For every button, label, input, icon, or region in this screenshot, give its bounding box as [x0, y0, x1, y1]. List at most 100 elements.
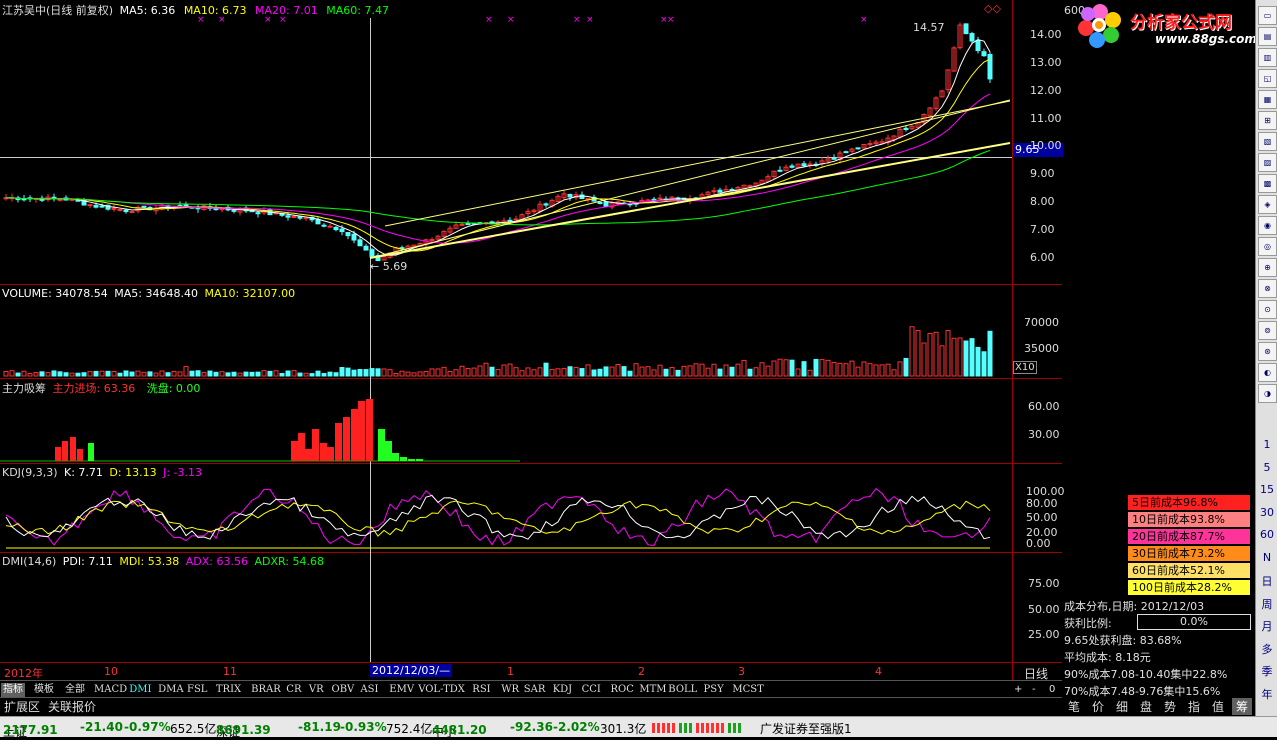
volume-bar [81, 372, 87, 377]
toolbar-icon[interactable]: ◐ [1258, 363, 1277, 382]
toolbar-icon[interactable]: ◉ [1258, 216, 1277, 235]
toolbar-icon[interactable]: ◎ [1258, 237, 1277, 256]
candle-body [777, 169, 783, 172]
indicator-tab[interactable]: CR [286, 683, 301, 697]
right-panel-tab[interactable]: 细 [1112, 698, 1132, 715]
volume-bar [123, 370, 129, 377]
indicator-tab[interactable]: RSI [472, 683, 490, 697]
indicator-tab[interactable]: DMA [158, 683, 183, 697]
zoom-reset-button[interactable]: 0 [1047, 683, 1057, 697]
toolbar-icon[interactable]: ▧ [1258, 132, 1277, 151]
period-button[interactable]: 多 [1258, 641, 1276, 657]
indicator-tab[interactable]: OBV [332, 683, 355, 697]
right-panel-tab[interactable]: 势 [1160, 698, 1180, 715]
right-panel-tab[interactable]: 笔 [1064, 698, 1084, 715]
indicator-tab[interactable]: EMV [389, 683, 414, 697]
toolbar-icon[interactable]: ⊞ [1258, 111, 1277, 130]
right-panel-tab[interactable]: 指 [1184, 698, 1204, 715]
zljc-bar [416, 459, 423, 461]
indicator-tab[interactable]: PSY [704, 683, 724, 697]
volume-bar [981, 351, 987, 377]
candle-body [321, 224, 327, 227]
volume-ma5: MA5: 34648.40 [114, 287, 198, 300]
toolbar-icon[interactable]: ▥ [1258, 48, 1277, 67]
volume-bar [621, 366, 627, 377]
signal-marker: × [860, 15, 868, 25]
indicator-tab[interactable]: MCST [732, 683, 763, 697]
indicator-tab[interactable]: WR [501, 683, 519, 697]
indicator-tab[interactable]: MTM [639, 683, 666, 697]
toolbar-icon[interactable]: ◑ [1258, 384, 1277, 403]
indicator-tab[interactable]: ASI [360, 683, 378, 697]
tab-templates[interactable]: 模板 [32, 683, 56, 697]
indicator-tab[interactable]: BOLL [668, 683, 697, 697]
tab-indicators[interactable]: 指标 [1, 683, 25, 697]
volume-bar [117, 372, 123, 377]
toolbar-icon[interactable]: ▭ [1258, 6, 1277, 25]
candle-body [603, 201, 609, 207]
indicator-tab[interactable]: VOL-TDX [418, 683, 465, 697]
volume-bar [357, 369, 363, 377]
period-button[interactable]: N [1258, 551, 1276, 564]
toolbar-icon[interactable]: ⊚ [1258, 321, 1277, 340]
zljc-name: 主力吸筹 [2, 382, 46, 395]
dmi-label: DMI(14,6) [2, 555, 57, 568]
tab-extension-area[interactable]: 扩展区 [4, 700, 40, 714]
indicator-tab[interactable]: SAR [524, 683, 546, 697]
volume-bar [903, 357, 909, 377]
indicator-tab[interactable]: CCI [582, 683, 601, 697]
period-button[interactable]: 日 [1258, 573, 1276, 589]
toolbar-icon[interactable]: ⊗ [1258, 279, 1277, 298]
indicator-tab[interactable]: ROC [611, 683, 634, 697]
toolbar-icon[interactable]: ▨ [1258, 153, 1277, 172]
indicator-tab[interactable]: DMI [129, 683, 151, 697]
toolbar-icon[interactable]: ◈ [1258, 195, 1277, 214]
zoom-out-button[interactable]: - [1030, 683, 1038, 697]
period-button[interactable]: 1 [1258, 438, 1276, 451]
candle-body [459, 223, 465, 226]
tab-related-quotes[interactable]: 关联报价 [48, 700, 96, 714]
indicator-tab[interactable]: TRIX [216, 683, 241, 697]
period-button[interactable]: 15 [1258, 483, 1276, 496]
toolbar-icon[interactable]: ▤ [1258, 27, 1277, 46]
volume-bar [285, 370, 291, 377]
candle-body [357, 239, 363, 247]
toolbar-icon[interactable]: ⊕ [1258, 258, 1277, 277]
period-button[interactable]: 周 [1258, 596, 1276, 612]
diamond-icon[interactable]: ◇◇ [984, 2, 1001, 15]
right-panel-tab[interactable]: 盘 [1136, 698, 1156, 715]
flower-logo-icon [1078, 4, 1121, 48]
toolbar-icon[interactable]: ⊙ [1258, 300, 1277, 319]
candle-body [129, 211, 135, 214]
zljc-in: 主力进场: 63.36 [52, 382, 136, 395]
indicator-tab[interactable]: VR [309, 683, 324, 697]
zljc-bar [408, 459, 415, 461]
candle-body [351, 233, 357, 241]
toolbar-icon[interactable]: ⊛ [1258, 342, 1277, 361]
toolbar-icon[interactable]: ▦ [1258, 90, 1277, 109]
right-panel-tab[interactable]: 筹 [1232, 698, 1252, 715]
kline-chart-area[interactable]: × × × × × × × × × × × [0, 0, 1062, 680]
indicator-tab[interactable]: KDJ [553, 683, 573, 697]
volume-bar [567, 366, 573, 377]
period-button[interactable]: 季 [1258, 663, 1276, 679]
volume-bar [801, 361, 807, 377]
date-label-nov: 11 [223, 665, 237, 678]
period-button[interactable]: 30 [1258, 506, 1276, 519]
toolbar-icon[interactable]: ▩ [1258, 174, 1277, 193]
price-tick: 9.00 [1030, 167, 1055, 181]
period-button[interactable]: 60 [1258, 528, 1276, 541]
period-button[interactable]: 5 [1258, 461, 1276, 474]
indicator-tab[interactable]: MACD [94, 683, 127, 697]
indicator-tab[interactable]: BRAR [251, 683, 281, 697]
dmi-tick-3: 25.00 [1028, 628, 1060, 641]
toolbar-icon[interactable]: ◱ [1258, 69, 1277, 88]
indicator-tab[interactable]: FSL [187, 683, 207, 697]
tab-all[interactable]: 全部 [63, 683, 87, 697]
period-button[interactable]: 月 [1258, 618, 1276, 634]
period-button[interactable]: 年 [1258, 686, 1276, 702]
right-panel-tab[interactable]: 值 [1208, 698, 1228, 715]
right-panel-tab[interactable]: 价 [1088, 698, 1108, 715]
zoom-in-button[interactable]: + [1012, 683, 1024, 697]
volume-bar [105, 370, 111, 377]
